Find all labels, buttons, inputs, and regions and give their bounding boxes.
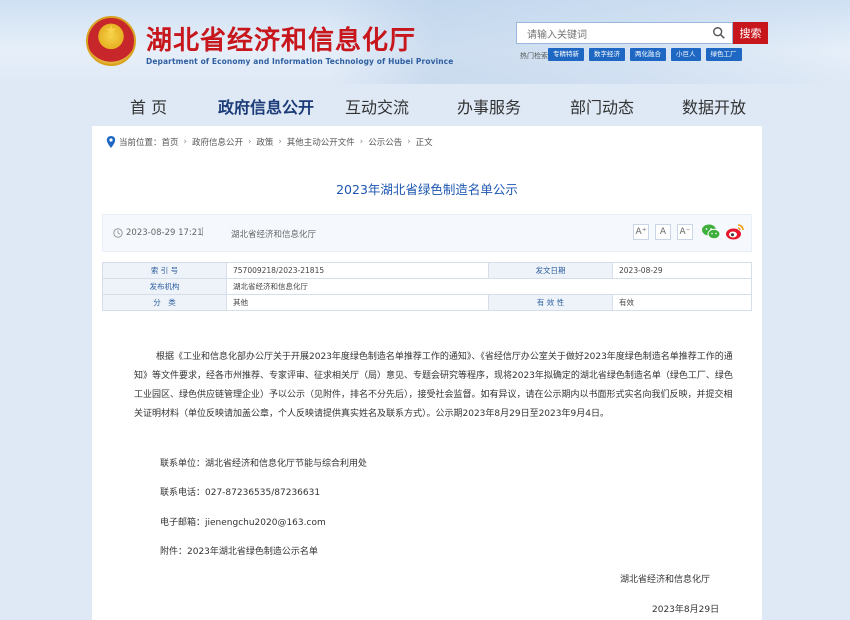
site-header: ★ 湖北省经济和信息化厅 Department of Economy and I… [0, 0, 850, 84]
contact-email: 电子邮箱：jienengchu2020@163.com [160, 518, 326, 528]
breadcrumb-separator-icon: › [247, 137, 252, 147]
hot-tag[interactable]: 两化融合 [630, 48, 666, 61]
validity-label: 有 效 性 [488, 294, 613, 311]
breadcrumb-separator-icon: › [359, 137, 364, 147]
table-row: 索 引 号 757009218/2023-21815 发文日期 2023-08-… [102, 262, 752, 279]
validity-value: 有效 [612, 294, 752, 311]
clock-icon [113, 228, 123, 238]
breadcrumb-separator-icon: › [407, 137, 411, 147]
article-container: 当前位置： 首页 › 政府信息公开 › 政策 › 其他主动公开文件 › 公示公告… [92, 126, 762, 620]
index-label: 索 引 号 [102, 262, 227, 279]
date-value: 2023-08-29 [612, 262, 752, 279]
hot-search-tags: 专精特新 数字经济 两化融合 小巨人 绿色工厂 [548, 48, 742, 61]
issuer-label: 发布机构 [102, 278, 227, 295]
search-input[interactable] [517, 25, 707, 46]
signature-date: 2023年8月29日 [652, 605, 720, 615]
breadcrumb: 当前位置： 首页 › 政府信息公开 › 政策 › 其他主动公开文件 › 公示公告… [106, 136, 433, 148]
breadcrumb-item: 正文 [415, 138, 433, 148]
article-title: 2023年湖北省绿色制造名单公示 [336, 182, 518, 197]
breadcrumb-item[interactable]: 政策 [256, 136, 273, 148]
site-subtitle: Department of Economy and Information Te… [146, 57, 454, 66]
location-pin-icon [106, 136, 116, 148]
nav-home[interactable]: 首 页 [130, 90, 167, 126]
meta-divider: | [201, 227, 205, 237]
breadcrumb-separator-icon: › [278, 137, 282, 147]
attachment-link[interactable]: 附件：2023年湖北省绿色制造公示名单 [160, 544, 318, 557]
breadcrumb-item[interactable]: 其他主动公开文件 [287, 136, 355, 148]
nav-services[interactable]: 办事服务 [457, 90, 521, 126]
search-box [516, 22, 733, 46]
nav-interaction[interactable]: 互动交流 [345, 90, 409, 126]
site-title[interactable]: 湖北省经济和信息化厅 [146, 20, 416, 57]
font-default-button[interactable]: A [655, 224, 671, 240]
category-value: 其他 [226, 294, 489, 311]
hot-tag[interactable]: 小巨人 [671, 48, 701, 61]
table-row: 发布机构 湖北省经济和信息化厅 [102, 278, 752, 295]
font-larger-button[interactable]: A⁺ [633, 224, 649, 240]
hot-tag[interactable]: 数字经济 [589, 48, 625, 61]
article-source: 湖北省经济和信息化厅 [231, 230, 317, 240]
signature-org: 湖北省经济和信息化厅 [620, 575, 711, 585]
hot-search-label: 热门检索 [520, 52, 548, 60]
table-row: 分 类 其他 有 效 性 有效 [102, 294, 752, 311]
weibo-share-icon[interactable] [725, 223, 745, 241]
breadcrumb-item[interactable]: 政府信息公开 [192, 136, 243, 148]
search-icon[interactable] [712, 26, 726, 40]
breadcrumb-separator-icon: › [183, 137, 187, 147]
font-smaller-button[interactable]: A⁻ [677, 224, 693, 240]
article-body: 根据《工业和信息化部办公厅关于开展2023年度绿色制造名单推荐工作的通知》、《省… [134, 352, 733, 419]
issuer-value: 湖北省经济和信息化厅 [226, 278, 752, 295]
article-meta-bar: 2023-08-29 17:21 | 湖北省经济和信息化厅 A⁺ A A⁻ [102, 214, 752, 252]
wechat-share-icon[interactable] [701, 223, 721, 241]
breadcrumb-label: 当前位置： [119, 138, 162, 148]
publish-date: 2023-08-29 17:21 [126, 228, 203, 238]
category-label: 分 类 [102, 294, 227, 311]
emblem-star-icon: ★ [104, 23, 118, 39]
date-label: 发文日期 [488, 262, 613, 279]
breadcrumb-item[interactable]: 公示公告 [368, 136, 402, 148]
breadcrumb-item[interactable]: 首页 [162, 136, 179, 148]
nav-gov-info[interactable]: 政府信息公开 [218, 90, 314, 126]
hot-tag[interactable]: 专精特新 [548, 48, 584, 61]
search-button[interactable]: 搜索 [733, 22, 768, 44]
contact-phone: 联系电话：027-87236535/87236631 [160, 488, 321, 498]
document-info-table: 索 引 号 757009218/2023-21815 发文日期 2023-08-… [102, 262, 752, 311]
nav-department-news[interactable]: 部门动态 [570, 90, 634, 126]
main-nav: 首 页 政府信息公开 互动交流 办事服务 部门动态 数据开放 [0, 90, 850, 126]
contact-unit: 联系单位：湖北省经济和信息化厅节能与综合利用处 [160, 459, 368, 469]
nav-open-data[interactable]: 数据开放 [682, 90, 746, 126]
hot-tag[interactable]: 绿色工厂 [705, 48, 742, 61]
index-value: 757009218/2023-21815 [226, 262, 489, 279]
